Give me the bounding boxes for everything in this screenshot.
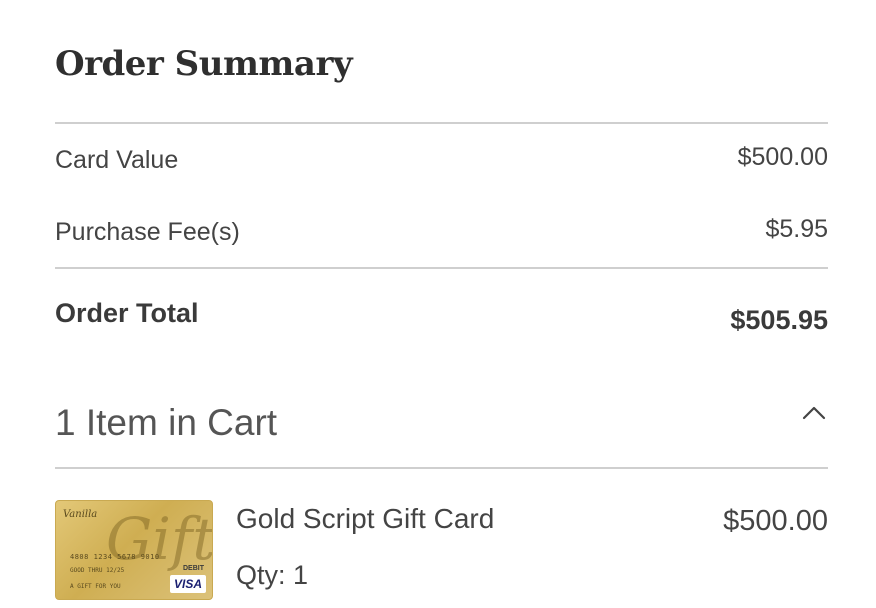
purchase-fee-amount: $5.95 <box>765 215 828 243</box>
item-price: $500.00 <box>723 505 828 537</box>
divider <box>55 467 828 469</box>
order-summary-title: Order Summary <box>55 44 353 84</box>
item-quantity: Qty: 1 <box>236 560 309 590</box>
purchase-fee-label: Purchase Fee(s) <box>55 218 240 246</box>
chevron-up-icon[interactable] <box>802 402 826 426</box>
visa-logo: VISA <box>170 575 206 593</box>
gift-card-image: Vanilla Gift 4808 1234 5678 9010 GOOD TH… <box>55 500 213 600</box>
card-debit-text: DEBIT <box>183 565 204 572</box>
order-total-amount: $505.95 <box>730 305 828 335</box>
divider <box>55 267 828 269</box>
item-name: Gold Script Gift Card <box>236 503 495 534</box>
order-total-label: Order Total <box>55 298 199 328</box>
cart-items-heading[interactable]: 1 Item in Cart <box>55 402 277 444</box>
divider <box>55 122 828 124</box>
card-value-amount: $500.00 <box>737 143 828 171</box>
card-number-text: 4808 1234 5678 9010 <box>70 553 160 561</box>
card-brand-text: Vanilla <box>63 509 98 520</box>
card-value-label: Card Value <box>55 146 179 174</box>
card-expiry-text: GOOD THRU 12/25 <box>70 567 125 574</box>
order-summary-panel: Order Summary Card Value $500.00 Purchas… <box>55 0 828 608</box>
card-script-text: Gift <box>106 505 213 573</box>
card-gift-text: A GIFT FOR YOU <box>70 583 121 590</box>
